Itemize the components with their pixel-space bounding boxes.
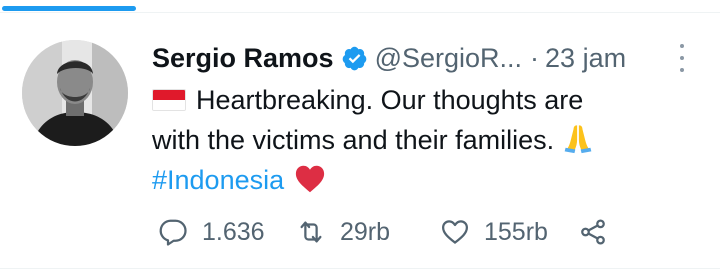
- header-separator: ·: [530, 42, 540, 73]
- retweet-button[interactable]: 29rb: [296, 217, 390, 247]
- active-tab-indicator: [2, 6, 136, 11]
- tweet-text: Heartbreaking. Our thoughts are with the…: [152, 80, 692, 200]
- author-name[interactable]: Sergio Ramos: [152, 43, 334, 74]
- tweet-header: Sergio Ramos @SergioR... · 23 jam: [152, 40, 690, 76]
- retweet-icon: [300, 221, 322, 243]
- tweet-timestamp[interactable]: 23 jam: [545, 43, 626, 74]
- bottom-divider: [0, 268, 720, 269]
- author-handle[interactable]: @SergioR...: [375, 43, 522, 74]
- more-options-icon[interactable]: [676, 44, 688, 72]
- like-button[interactable]: 155rb: [440, 217, 548, 247]
- tweet-text-line-2-content: with the victims and their families.: [152, 125, 555, 155]
- indonesia-flag-icon: [152, 89, 186, 111]
- avatar-image: [22, 40, 128, 146]
- share-icon: [581, 219, 605, 245]
- reply-count: 1.636: [202, 217, 265, 246]
- tweet-text-line-1: Heartbreaking. Our thoughts are: [152, 80, 692, 120]
- reply-button[interactable]: 1.636: [158, 217, 265, 247]
- avatar[interactable]: [22, 40, 128, 146]
- share-button[interactable]: [578, 217, 608, 247]
- retweet-count: 29rb: [340, 217, 391, 246]
- reply-icon: [159, 219, 187, 246]
- tweet-actions: 1.636 29rb 155rb: [158, 214, 605, 250]
- tweet-text-line-2: with the victims and their families.: [152, 120, 692, 160]
- tweet-text-line-3: #Indonesia: [152, 160, 692, 200]
- folded-hands-icon: [564, 125, 592, 154]
- tweet-text-line-1-content: Heartbreaking. Our thoughts are: [196, 85, 584, 115]
- verified-badge-icon: [341, 45, 368, 72]
- hashtag-link[interactable]: #Indonesia: [152, 165, 284, 195]
- top-divider: [0, 12, 720, 13]
- like-count: 155rb: [484, 217, 548, 246]
- red-heart-icon: [296, 165, 325, 193]
- heart-icon: [442, 220, 468, 244]
